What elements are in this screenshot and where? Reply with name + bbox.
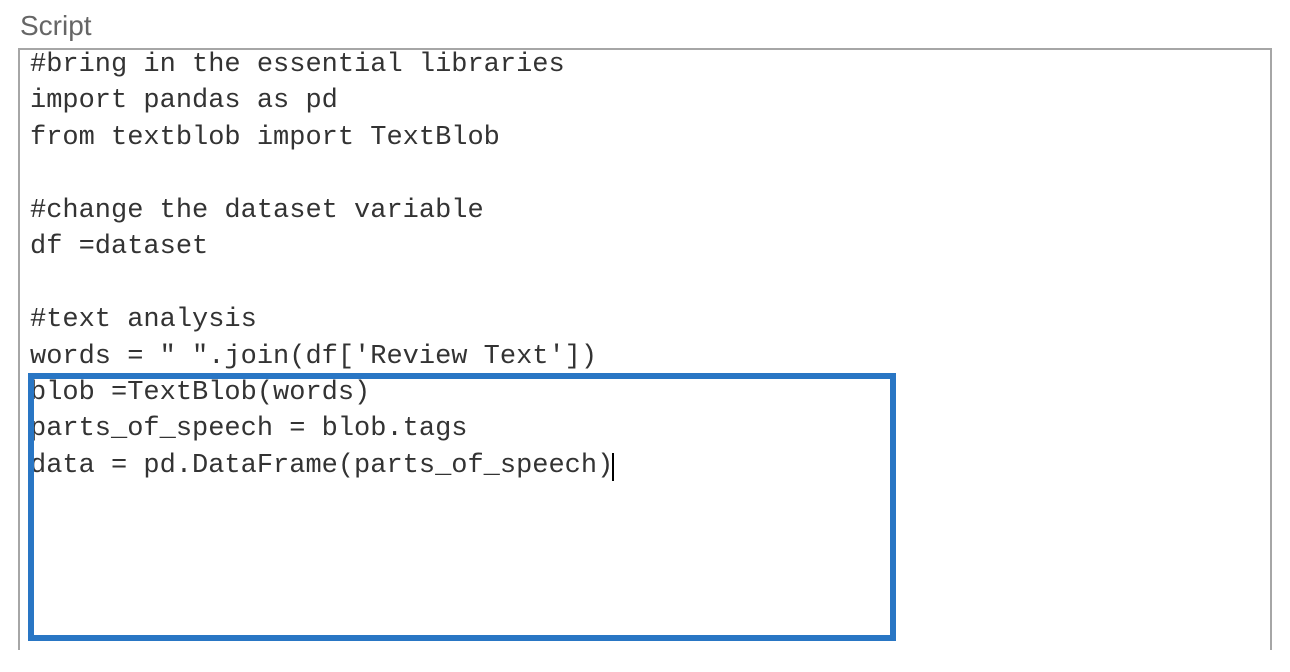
panel-title: Script xyxy=(20,10,1272,42)
code-line: #bring in the essential libraries xyxy=(30,50,565,80)
code-line: #change the dataset variable xyxy=(30,196,484,226)
script-editor[interactable]: # dataset holds the input data for this … xyxy=(18,48,1272,650)
code-content[interactable]: #bring in the essential libraries import… xyxy=(20,48,1270,496)
code-line: #text analysis xyxy=(30,305,257,335)
code-line: import pandas as pd xyxy=(30,86,338,116)
code-line: blob =TextBlob(words) xyxy=(30,378,370,408)
code-line: df =dataset xyxy=(30,232,208,262)
code-line: data = pd.DataFrame(parts_of_speech) xyxy=(30,451,613,481)
code-line: from textblob import TextBlob xyxy=(30,123,500,153)
text-cursor xyxy=(612,453,614,481)
code-line: parts_of_speech = blob.tags xyxy=(30,414,467,444)
code-line: words = " ".join(df['Review Text']) xyxy=(30,342,597,372)
